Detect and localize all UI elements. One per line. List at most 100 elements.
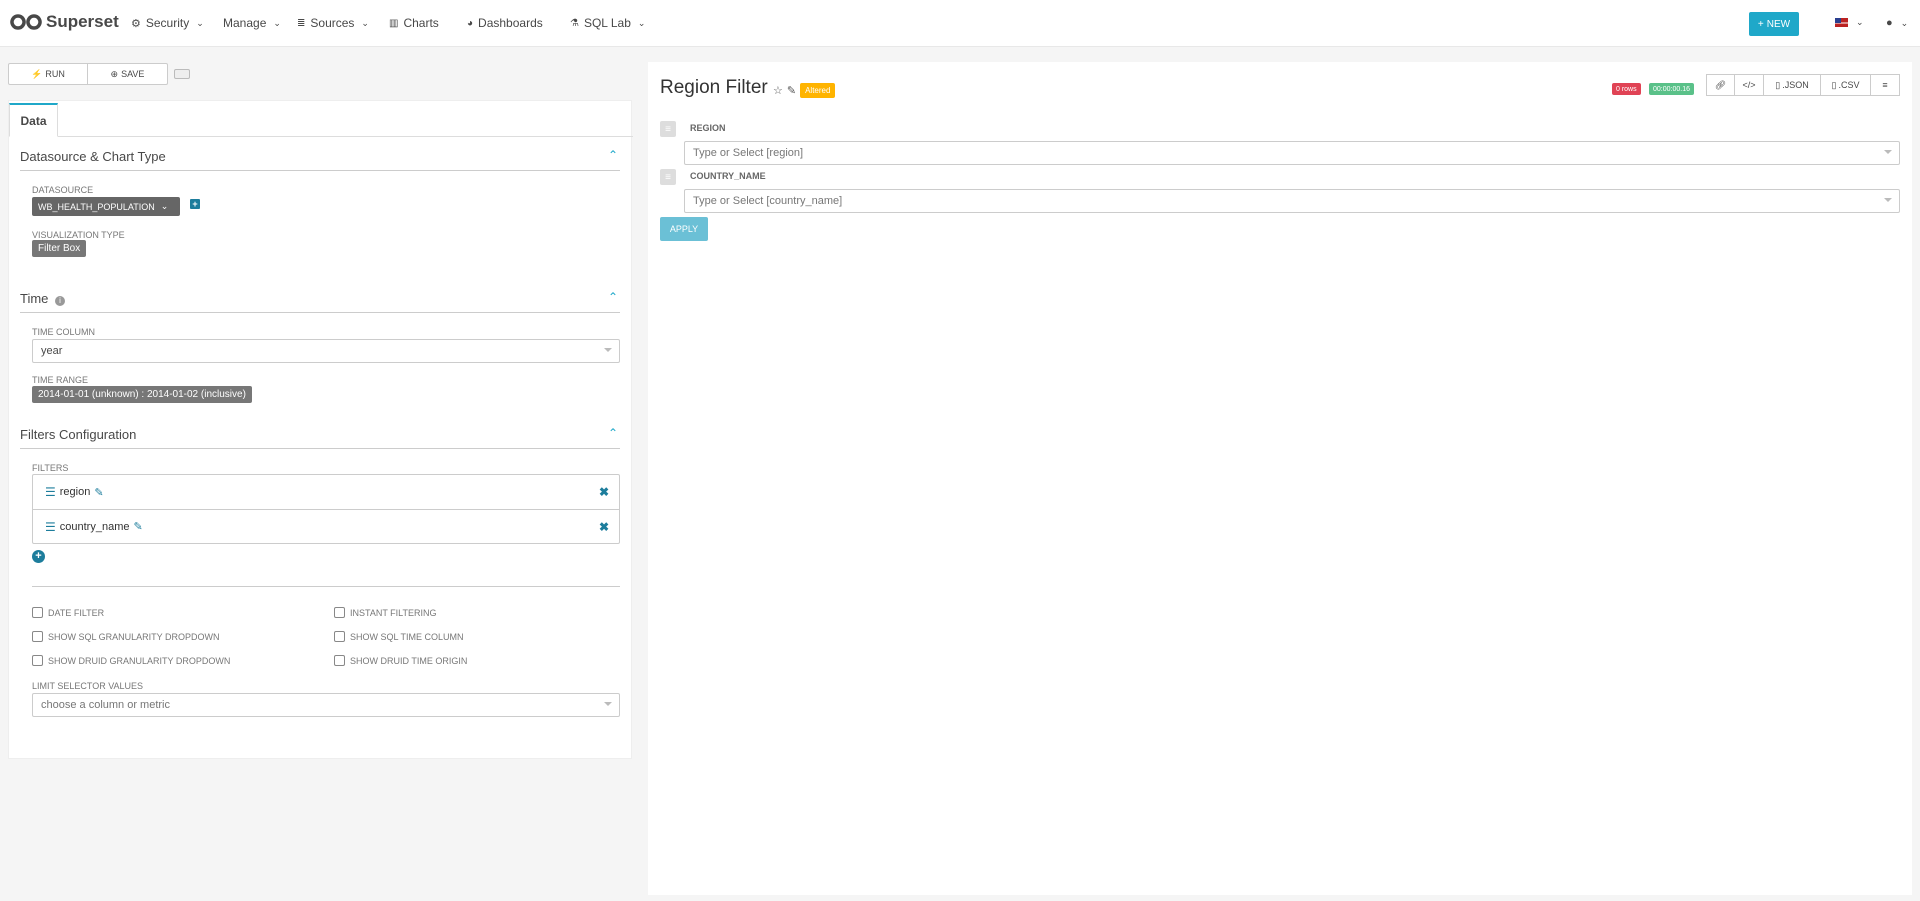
run-button[interactable]: ⚡ RUN [8, 63, 88, 85]
add-filter-icon[interactable]: + [32, 550, 45, 563]
nav-sources[interactable]: ≣ Sources ⌄ [297, 16, 369, 30]
brand[interactable]: Superset [10, 12, 119, 32]
nav-manage[interactable]: Manage ⌄ [223, 16, 281, 30]
limit-selector-select[interactable]: choose a column or metric [32, 693, 620, 717]
chart-title[interactable]: Region Filter [660, 77, 768, 99]
row-count-badge: 0 rows [1612, 83, 1641, 95]
plus-circle-icon: ⊕ [110, 68, 119, 79]
time-column-select[interactable]: year [32, 339, 620, 363]
show-sql-time-column-checkbox[interactable]: SHOW SQL TIME COLUMN [334, 631, 464, 642]
explore-toolbar: ⚡ RUN ⊕ SAVE [8, 63, 190, 85]
altered-badge[interactable]: Altered [800, 83, 836, 98]
checkbox-box[interactable] [334, 607, 345, 618]
us-flag-icon [1835, 18, 1848, 27]
save-button-label: SAVE [121, 69, 145, 79]
caret-down-icon [604, 348, 612, 352]
show-druid-time-origin-checkbox[interactable]: SHOW DRUID TIME ORIGIN [334, 655, 467, 666]
more-menu-button[interactable]: ≡ [1871, 74, 1900, 96]
time-section-header[interactable]: Time i ⌃ [20, 290, 620, 313]
plus-icon: + [1757, 18, 1764, 30]
new-button[interactable]: + NEW [1749, 12, 1799, 36]
link-icon: 🔗︎ [1714, 79, 1727, 90]
drag-handle-icon[interactable]: ☰ [45, 520, 56, 534]
filter-item[interactable]: ☰ country_name ✎ ✖ [33, 509, 619, 543]
chevron-up-icon[interactable]: ⌃ [608, 426, 618, 440]
date-filter-checkbox[interactable]: DATE FILTER [32, 607, 104, 618]
caret-down-icon [1884, 150, 1892, 154]
nav-security[interactable]: ⚙ Security ⌄ [131, 16, 204, 30]
info-icon: i [55, 296, 66, 306]
remove-icon[interactable]: ✖ [599, 520, 609, 534]
filter-icon: ≡ [660, 169, 676, 185]
region-filter-label: REGION [690, 123, 726, 133]
edit-icon[interactable]: ✎ [787, 84, 796, 97]
nav-sql-lab-label: SQL Lab [583, 16, 631, 30]
checkbox-label: SHOW DRUID TIME ORIGIN [350, 655, 468, 666]
tab-data[interactable]: Data [9, 103, 58, 137]
nav-dashboards-label: Dashboards [478, 16, 543, 30]
nav-sql-lab[interactable]: ⚗ SQL Lab ⌄ [570, 16, 645, 30]
show-sql-granularity-checkbox[interactable]: SHOW SQL GRANULARITY DROPDOWN [32, 631, 220, 642]
region-filter-select[interactable]: Type or Select [region] [684, 141, 1900, 165]
checkbox-box[interactable] [334, 655, 345, 666]
star-icon[interactable]: ☆ [773, 84, 783, 97]
cogs-icon: ⚙ [131, 17, 141, 30]
chevron-up-icon[interactable]: ⌃ [608, 290, 618, 304]
link-button[interactable]: 🔗︎ [1706, 74, 1735, 96]
export-json-button[interactable]: ▯ .JSON [1764, 74, 1821, 96]
drag-handle-icon[interactable]: ☰ [45, 485, 56, 499]
country-name-filter-select[interactable]: Type or Select [country_name] [684, 189, 1900, 213]
control-tabs: Data [9, 101, 633, 137]
json-label: .JSON [1782, 80, 1809, 90]
checkbox-label: SHOW SQL GRANULARITY DROPDOWN [48, 631, 220, 642]
checkbox-label: SHOW SQL TIME COLUMN [350, 631, 464, 642]
datasource-section-header[interactable]: Datasource & Chart Type ⌃ [20, 148, 620, 171]
checkbox-box[interactable] [32, 631, 43, 642]
superset-logo-icon [10, 14, 42, 30]
section-title: Datasource & Chart Type [20, 149, 166, 164]
filters-section-header[interactable]: Filters Configuration ⌃ [20, 426, 620, 449]
query-time-badge: 00:00:00.16 [1649, 83, 1694, 95]
checkbox-box[interactable] [334, 631, 345, 642]
add-datasource-icon[interactable]: + [190, 199, 200, 209]
chart-panel: Region Filter ☆ ✎ Altered 0 rows 00:00:0… [648, 62, 1912, 895]
nav-charts[interactable]: ▥ Charts [389, 16, 439, 30]
export-csv-button[interactable]: ▯ .CSV [1821, 74, 1871, 96]
caret-down-icon [604, 702, 612, 706]
datasource-select[interactable]: WB_HEALTH_POPULATION ⌄ [32, 197, 180, 216]
user-icon: ● [1886, 17, 1893, 29]
file-icon: ▯ [1775, 79, 1781, 90]
dashboard-icon: ◕ [467, 17, 474, 29]
save-button[interactable]: ⊕ SAVE [88, 63, 168, 85]
checkbox-box[interactable] [32, 607, 43, 618]
user-menu[interactable]: ● ⌄ [1886, 17, 1908, 29]
edit-icon[interactable]: ✎ [94, 486, 103, 499]
show-druid-granularity-checkbox[interactable]: SHOW DRUID GRANULARITY DROPDOWN [32, 655, 230, 666]
chevron-up-icon[interactable]: ⌃ [608, 148, 618, 162]
database-icon: ≣ [297, 17, 306, 29]
bar-chart-icon: ▥ [389, 17, 399, 29]
chevron-down-icon: ⌄ [273, 17, 281, 28]
embed-button[interactable]: </> [1735, 74, 1764, 96]
checkbox-label: INSTANT FILTERING [350, 607, 437, 618]
nav-charts-label: Charts [403, 16, 439, 30]
nav-dashboards[interactable]: ◕ Dashboards [467, 16, 543, 30]
viz-type-value[interactable]: Filter Box [32, 240, 87, 257]
checkbox-box[interactable] [32, 655, 43, 666]
bolt-icon: ⚡ [31, 68, 43, 79]
remove-icon[interactable]: ✖ [599, 485, 609, 499]
nav-manage-label: Manage [223, 16, 267, 30]
keyboard-icon[interactable] [174, 69, 190, 79]
filter-item-label: region [59, 486, 91, 498]
chevron-down-icon: ⌄ [196, 17, 204, 28]
language-menu[interactable]: ⌄ [1835, 17, 1864, 28]
edit-icon[interactable]: ✎ [133, 520, 142, 533]
instant-filtering-checkbox[interactable]: INSTANT FILTERING [334, 607, 437, 618]
time-range-value[interactable]: 2014-01-01 (unknown) : 2014-01-02 (inclu… [32, 386, 252, 403]
filters-list: ☰ region ✎ ✖ ☰ country_name ✎ ✖ [32, 474, 620, 544]
filter-item[interactable]: ☰ region ✎ ✖ [33, 475, 619, 509]
top-navbar: Superset ⚙ Security ⌄ Manage ⌄ ≣ Sources… [0, 0, 1920, 47]
file-icon: ▯ [1831, 79, 1837, 90]
time-range-label: TIME RANGE [32, 375, 89, 385]
apply-button[interactable]: APPLY [660, 217, 708, 241]
